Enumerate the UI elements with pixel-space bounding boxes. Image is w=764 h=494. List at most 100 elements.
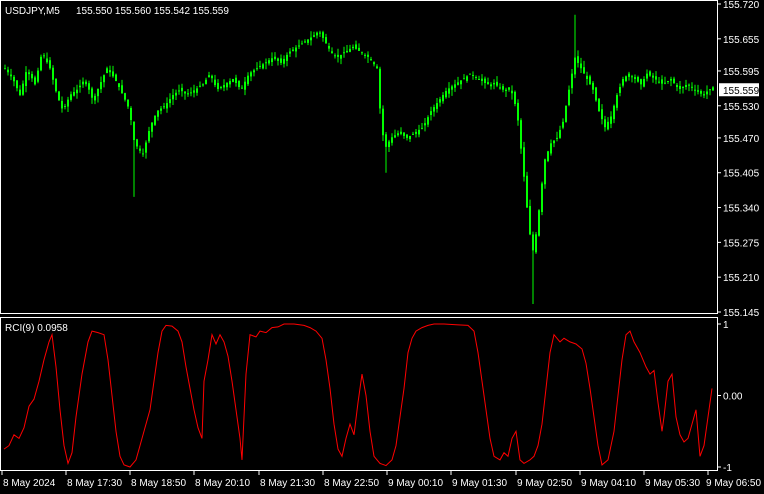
candle-body <box>31 73 33 79</box>
current-price-tag: 155.559 <box>719 83 760 97</box>
time-tick-label: 9 May 04:10 <box>581 478 636 489</box>
candle-body <box>124 93 126 100</box>
candle-body <box>523 147 525 177</box>
candle-body <box>706 91 708 95</box>
candle-body <box>538 210 540 236</box>
candle-body <box>661 79 663 84</box>
candle-body <box>445 91 447 98</box>
candle-body <box>307 39 309 43</box>
candle-body <box>664 82 666 84</box>
candle-body <box>136 139 138 147</box>
candle-body <box>580 63 582 69</box>
candle-body <box>166 103 168 109</box>
candle-body <box>535 234 537 253</box>
candle-body <box>676 84 678 88</box>
candle-body <box>220 87 222 89</box>
candle-body <box>700 91 702 94</box>
candle-body <box>148 131 150 142</box>
candle-body <box>70 94 72 100</box>
candle-body <box>160 108 162 111</box>
candle-body <box>424 123 426 126</box>
candle-body <box>364 54 366 56</box>
candle-body <box>358 47 360 51</box>
candle-body <box>403 132 405 136</box>
candle-body <box>406 134 408 138</box>
candle-body <box>619 87 621 93</box>
candle-body <box>25 72 27 86</box>
candle-body <box>208 75 210 78</box>
candle-body <box>337 54 339 57</box>
candle-body <box>199 85 201 87</box>
candle-body <box>574 57 576 75</box>
candle-body <box>400 131 402 134</box>
candle-body <box>478 78 480 80</box>
time-tick-label: 8 May 2024 <box>3 478 56 489</box>
candle-body <box>433 107 435 112</box>
candle-body <box>613 105 615 120</box>
candle-body <box>313 35 315 37</box>
candle-body <box>187 93 189 95</box>
candle-body <box>304 41 306 43</box>
candle-body <box>652 75 654 78</box>
candle-body <box>388 141 390 148</box>
candle-body <box>595 87 597 101</box>
time-tick-label: 8 May 18:50 <box>131 478 186 489</box>
candle-body <box>82 81 84 85</box>
candle-body <box>346 50 348 53</box>
candle-body <box>577 56 579 63</box>
candle-body <box>58 91 60 101</box>
candle-body <box>154 115 156 125</box>
candle-body <box>670 78 672 81</box>
candle-body <box>541 183 543 213</box>
candle-body <box>391 137 393 143</box>
candle-body <box>64 106 66 108</box>
candle-body <box>277 58 279 61</box>
current-price-tag-label: 155.559 <box>723 86 760 97</box>
candle-body <box>616 95 618 108</box>
candle-body <box>223 85 225 88</box>
candle-body <box>10 74 12 77</box>
candle-body <box>697 90 699 92</box>
candle-body <box>94 95 96 101</box>
candle-body <box>67 99 69 107</box>
candle-body <box>559 129 561 138</box>
candle-body <box>631 76 633 78</box>
candle-body <box>586 75 588 79</box>
price-tick-label: 155.470 <box>723 134 760 145</box>
candle-body <box>361 52 363 54</box>
candle-body <box>178 90 180 92</box>
rci-tick-label: 1 <box>723 320 729 331</box>
candle-body <box>334 55 336 57</box>
candle-body <box>130 107 132 121</box>
time-tick-label: 9 May 05:30 <box>645 478 700 489</box>
candle-body <box>127 99 129 107</box>
candle-body <box>640 79 642 85</box>
candle-body <box>76 89 78 94</box>
candle-body <box>286 54 288 61</box>
candle-body <box>667 81 669 82</box>
candle-body <box>253 70 255 73</box>
candle-body <box>679 85 681 90</box>
time-tick-label: 8 May 22:50 <box>324 478 379 489</box>
candle-body <box>685 85 687 87</box>
candle-body <box>547 151 549 162</box>
time-tick-label: 9 May 00:10 <box>388 478 443 489</box>
time-tick-label: 8 May 20:10 <box>195 478 250 489</box>
candle-body <box>673 78 675 84</box>
candle-body <box>367 54 369 57</box>
candle-body <box>55 78 57 92</box>
candle-body <box>397 133 399 136</box>
candle-body <box>370 59 372 61</box>
rci-tick-label: -1 <box>723 463 732 474</box>
candle-body <box>556 137 558 139</box>
candle-body <box>298 45 300 47</box>
candle-body <box>16 80 18 89</box>
candle-body <box>316 32 318 36</box>
candle-body <box>628 73 630 77</box>
candle-body <box>691 86 693 88</box>
candle-body <box>418 129 420 135</box>
candle-body <box>7 69 9 73</box>
candle-body <box>703 94 705 96</box>
candle-body <box>229 81 231 85</box>
candle-body <box>466 76 468 81</box>
